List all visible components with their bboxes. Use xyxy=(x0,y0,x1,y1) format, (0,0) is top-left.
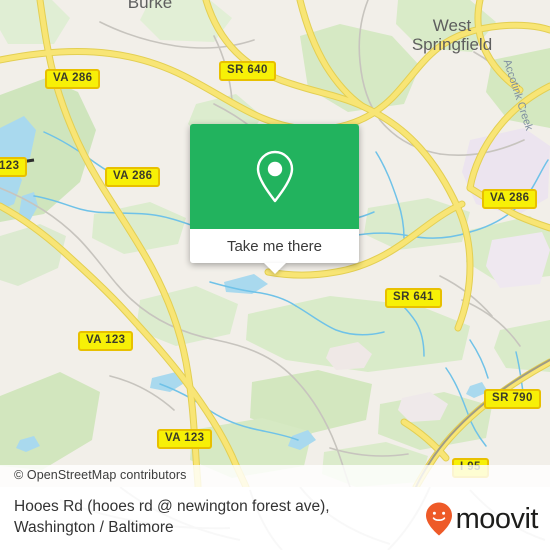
moovit-logo[interactable]: moovit xyxy=(424,501,539,537)
take-me-there-label: Take me there xyxy=(226,237,323,255)
moovit-station-page: Burke West Springfield Accotink Creek VA … xyxy=(0,0,550,550)
map-attribution-bar: © OpenStreetMap contributors xyxy=(0,465,550,487)
card-footer[interactable]: Take me there xyxy=(190,229,359,263)
road-shield-va-286-w[interactable]: VA 286 xyxy=(105,167,161,187)
road-shield-va-286-nw[interactable]: VA 286 xyxy=(45,69,101,89)
take-me-there-card[interactable]: Take me there xyxy=(190,124,359,274)
moovit-wordmark: moovit xyxy=(455,502,539,535)
road-shield-va-123-w[interactable]: VA 123 xyxy=(78,331,134,351)
page-footer: Hooes Rd (hooes rd @ newington forest av… xyxy=(0,487,550,550)
map-pin-icon xyxy=(256,150,293,202)
card-tail-pointer xyxy=(263,263,286,274)
moovit-smiley-pin-icon xyxy=(425,502,452,536)
road-shield-sr-641[interactable]: SR 641 xyxy=(385,288,442,308)
road-shield-sr-790[interactable]: SR 790 xyxy=(484,389,541,409)
station-title-line2: Washington / Baltimore xyxy=(14,519,174,536)
card-header xyxy=(190,124,359,229)
road-shield-sr-640[interactable]: SR 640 xyxy=(219,61,276,81)
station-title-line1: Hooes Rd (hooes rd @ newington forest av… xyxy=(14,498,330,515)
place-label-west-springfield: West Springfield xyxy=(411,16,493,54)
road-shield-va-286-e[interactable]: VA 286 xyxy=(482,189,538,209)
place-label-burke: Burke xyxy=(127,0,173,12)
station-title: Hooes Rd (hooes rd @ newington forest av… xyxy=(14,496,394,538)
road-shield-123-edge[interactable]: 123 xyxy=(0,157,28,177)
osm-attribution-text[interactable]: © OpenStreetMap contributors xyxy=(14,468,187,482)
road-shield-va-123-s[interactable]: VA 123 xyxy=(157,429,213,449)
